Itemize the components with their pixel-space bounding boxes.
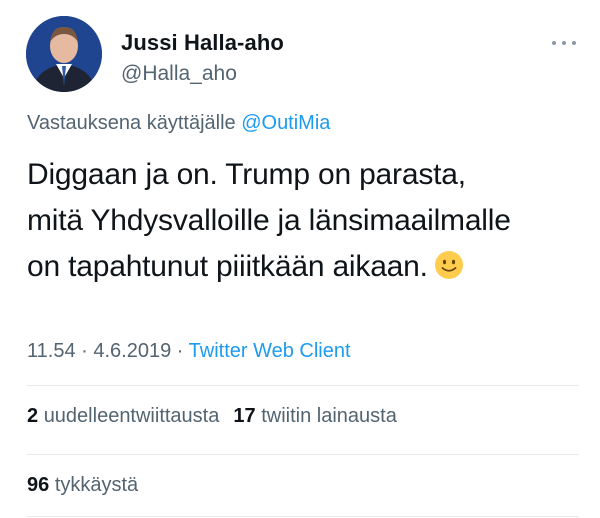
- reply-prefix: Vastauksena käyttäjälle: [27, 112, 242, 134]
- meta-separator: ·: [75, 340, 94, 362]
- tweet-text-line-3: on tapahtunut piiitkään aikaan.: [27, 250, 428, 283]
- reply-context: Vastauksena käyttäjälle @OutiMia: [27, 112, 330, 135]
- tweet-time[interactable]: 11.54: [27, 340, 76, 362]
- likes-row: 96 tykkäystä: [27, 474, 138, 497]
- divider: [27, 516, 579, 517]
- quotes-count: 17: [233, 405, 256, 427]
- quotes-label: twiitin lainausta: [261, 405, 397, 427]
- tweet-text-line: mitä Yhdysvalloille ja länsimaailmalle: [27, 204, 511, 237]
- divider: [27, 385, 579, 386]
- engagement-stats: 2 uudelleentwiittausta 17 twiitin lainaus…: [27, 405, 397, 428]
- tweet-metadata: 11.54 · 4.6.2019 · Twitter Web Client: [27, 340, 351, 363]
- more-dot: [562, 41, 566, 45]
- tweet-source-link[interactable]: Twitter Web Client: [189, 340, 351, 362]
- tweet-text-line: on tapahtunut piiitkään aikaan.: [27, 244, 587, 290]
- tweet: Jussi Halla-aho @Halla_aho Vastauksena k…: [0, 0, 600, 518]
- tweet-text: Diggaan ja on. Trump on parasta, mitä Yh…: [27, 152, 587, 290]
- retweets-count: 2: [27, 405, 39, 427]
- tweet-text-line: Diggaan ja on. Trump on parasta,: [27, 158, 466, 191]
- more-dot: [552, 41, 556, 45]
- likes-label: tykkäystä: [54, 474, 139, 496]
- author-display-name[interactable]: Jussi Halla-aho: [121, 30, 284, 56]
- more-dot: [572, 41, 576, 45]
- slightly-smiling-face-icon: [434, 248, 464, 279]
- likes-count: 96: [27, 474, 50, 496]
- tweet-date[interactable]: 4.6.2019: [93, 340, 171, 362]
- reply-mention-link[interactable]: @OutiMia: [241, 112, 330, 134]
- likes-stat[interactable]: 96 tykkäystä: [27, 474, 138, 496]
- retweets-stat[interactable]: 2 uudelleentwiittausta: [27, 405, 219, 427]
- divider: [27, 454, 579, 455]
- more-horizontal-icon[interactable]: [552, 38, 576, 48]
- avatar[interactable]: [26, 16, 102, 92]
- avatar-photo: [26, 16, 102, 92]
- author-handle[interactable]: @Halla_aho: [121, 62, 237, 86]
- retweets-label: uudelleentwiittausta: [43, 405, 220, 427]
- meta-separator: ·: [171, 340, 189, 362]
- quotes-stat[interactable]: 17 twiitin lainausta: [233, 405, 396, 427]
